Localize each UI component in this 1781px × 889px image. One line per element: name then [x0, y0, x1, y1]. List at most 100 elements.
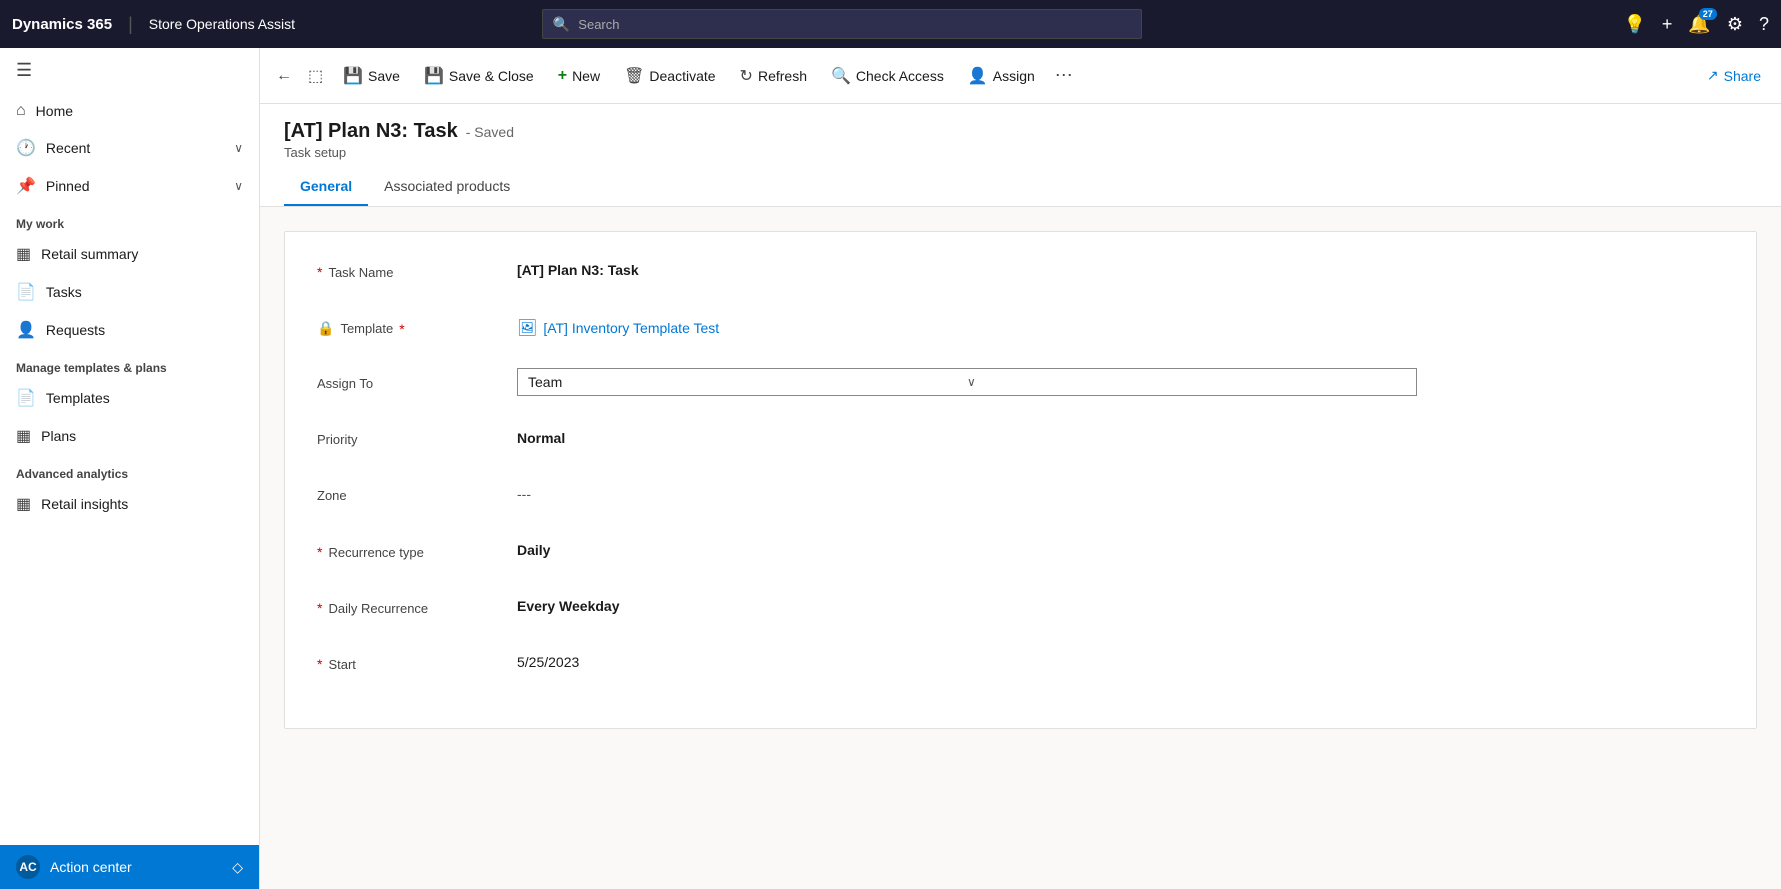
search-bar[interactable]: 🔍	[542, 9, 1142, 39]
action-center-badge: AC	[16, 855, 40, 879]
lightbulb-icon[interactable]: 💡	[1623, 14, 1645, 35]
page-title: [AT] Plan N3: Task	[284, 120, 458, 143]
start-value: 5/25/2023	[517, 648, 1724, 670]
sidebar-item-templates[interactable]: 📄 Templates	[0, 379, 259, 417]
action-center-label: Action center	[50, 859, 132, 875]
start-row: * Start 5/25/2023	[317, 648, 1724, 684]
required-indicator: *	[317, 264, 322, 280]
hamburger-menu[interactable]: ☰	[0, 48, 259, 93]
settings-icon[interactable]: ⚙	[1727, 14, 1743, 35]
chevron-down-icon: ∨	[234, 141, 243, 155]
manage-section-label: Manage templates & plans	[0, 349, 259, 379]
page-header: [AT] Plan N3: Task - Saved Task setup Ge…	[260, 104, 1781, 207]
sidebar-item-retail-summary[interactable]: ▦ Retail summary	[0, 235, 259, 273]
template-row: 🔒 Template * 🖼 [AT] Inventory Template T…	[317, 312, 1724, 348]
assign-icon: 👤	[968, 66, 988, 86]
check-access-label: Check Access	[856, 68, 944, 84]
assign-button[interactable]: 👤 Assign	[956, 48, 1047, 103]
search-icon: 🔍	[553, 16, 570, 33]
retail-insights-icon: ▦	[16, 494, 31, 514]
assign-to-row: Assign To Team ∨	[317, 368, 1724, 404]
chevron-down-icon: ∨	[234, 179, 243, 193]
priority-label: Priority	[317, 424, 517, 447]
sidebar-item-pinned[interactable]: 📌 Pinned ∨	[0, 167, 259, 205]
priority-row: Priority Normal	[317, 424, 1724, 460]
page-subtitle: Task setup	[284, 145, 1757, 160]
required-indicator: *	[317, 656, 322, 672]
form-area: * Task Name [AT] Plan N3: Task 🔒 Templat…	[260, 207, 1781, 889]
assign-label: Assign	[993, 68, 1035, 84]
more-options-button[interactable]: ⋯	[1047, 59, 1081, 92]
tab-associated-products[interactable]: Associated products	[368, 168, 526, 206]
advanced-section-label: Advanced analytics	[0, 455, 259, 485]
chevron-down-icon: ∨	[967, 375, 1406, 389]
lock-icon: 🔒	[317, 320, 334, 337]
action-center-item[interactable]: AC Action center ◇	[0, 845, 259, 889]
deactivate-button[interactable]: 🗑 Deactivate	[612, 48, 727, 103]
sidebar-item-requests[interactable]: 👤 Requests	[0, 311, 259, 349]
nav-icons: 💡 + 🔔 27 ⚙ ?	[1623, 14, 1769, 35]
tasks-icon: 📄	[16, 282, 36, 302]
popout-button[interactable]: ⬚	[300, 48, 331, 103]
deactivate-label: Deactivate	[649, 68, 715, 84]
back-icon: ←	[276, 67, 292, 85]
main-layout: ☰ ⌂ Home 🕐 Recent ∨ 📌 Pinned ∨ My work ▦…	[0, 48, 1781, 889]
sidebar-item-retail-insights[interactable]: ▦ Retail insights	[0, 485, 259, 523]
help-icon[interactable]: ?	[1759, 14, 1769, 35]
recent-icon: 🕐	[16, 138, 36, 158]
sidebar-item-home[interactable]: ⌂ Home	[0, 93, 259, 129]
back-button[interactable]: ←	[268, 48, 300, 103]
check-access-icon: 🔍	[831, 66, 851, 86]
sidebar: ☰ ⌂ Home 🕐 Recent ∨ 📌 Pinned ∨ My work ▦…	[0, 48, 260, 889]
assign-to-field[interactable]: Team ∨	[517, 368, 1724, 396]
popout-icon: ⬚	[308, 66, 323, 86]
required-indicator: *	[317, 544, 322, 560]
share-button[interactable]: ↗ Share	[1695, 61, 1773, 90]
assign-to-value: Team	[528, 374, 967, 390]
recurrence-type-value: Daily	[517, 536, 1724, 558]
mywork-section-label: My work	[0, 205, 259, 235]
zone-row: Zone ---	[317, 480, 1724, 516]
notification-icon[interactable]: 🔔 27	[1688, 14, 1710, 35]
deactivate-icon: 🗑	[624, 66, 644, 86]
save-label: Save	[368, 68, 400, 84]
tab-bar: General Associated products	[284, 168, 1757, 206]
recurrence-type-row: * Recurrence type Daily	[317, 536, 1724, 572]
save-icon: 💾	[343, 66, 363, 86]
command-bar: ← ⬚ 💾 Save 💾 Save & Close + New 🗑 Deacti…	[260, 48, 1781, 104]
sidebar-item-label: Retail summary	[41, 246, 138, 262]
daily-recurrence-label: * Daily Recurrence	[317, 592, 517, 616]
home-icon: ⌂	[16, 102, 26, 120]
refresh-label: Refresh	[758, 68, 807, 84]
sidebar-item-label: Requests	[46, 322, 105, 338]
check-access-button[interactable]: 🔍 Check Access	[819, 48, 956, 103]
add-icon[interactable]: +	[1662, 14, 1673, 35]
sidebar-item-plans[interactable]: ▦ Plans	[0, 417, 259, 455]
plans-icon: ▦	[16, 426, 31, 446]
nav-divider: |	[128, 14, 133, 35]
save-button[interactable]: 💾 Save	[331, 48, 412, 103]
sidebar-item-label: Retail insights	[41, 496, 128, 512]
sidebar-item-tasks[interactable]: 📄 Tasks	[0, 273, 259, 311]
required-indicator: *	[399, 321, 404, 337]
save-close-label: Save & Close	[449, 68, 534, 84]
zone-label: Zone	[317, 480, 517, 503]
new-label: New	[572, 68, 600, 84]
pin-icon: 📌	[16, 176, 36, 196]
requests-icon: 👤	[16, 320, 36, 340]
task-name-row: * Task Name [AT] Plan N3: Task	[317, 256, 1724, 292]
refresh-button[interactable]: ↻ Refresh	[728, 48, 819, 103]
new-icon: +	[558, 67, 567, 85]
assign-to-dropdown[interactable]: Team ∨	[517, 368, 1417, 396]
start-label: * Start	[317, 648, 517, 672]
top-navigation: Dynamics 365 | Store Operations Assist 🔍…	[0, 0, 1781, 48]
new-button[interactable]: + New	[546, 48, 612, 103]
save-close-button[interactable]: 💾 Save & Close	[412, 48, 546, 103]
form-card: * Task Name [AT] Plan N3: Task 🔒 Templat…	[284, 231, 1757, 729]
template-value[interactable]: 🖼 [AT] Inventory Template Test	[517, 312, 1724, 338]
tab-general[interactable]: General	[284, 168, 368, 206]
content-area: ← ⬚ 💾 Save 💾 Save & Close + New 🗑 Deacti…	[260, 48, 1781, 889]
brand-label: Dynamics 365	[12, 16, 112, 33]
search-input[interactable]	[578, 17, 1131, 32]
sidebar-item-recent[interactable]: 🕐 Recent ∨	[0, 129, 259, 167]
